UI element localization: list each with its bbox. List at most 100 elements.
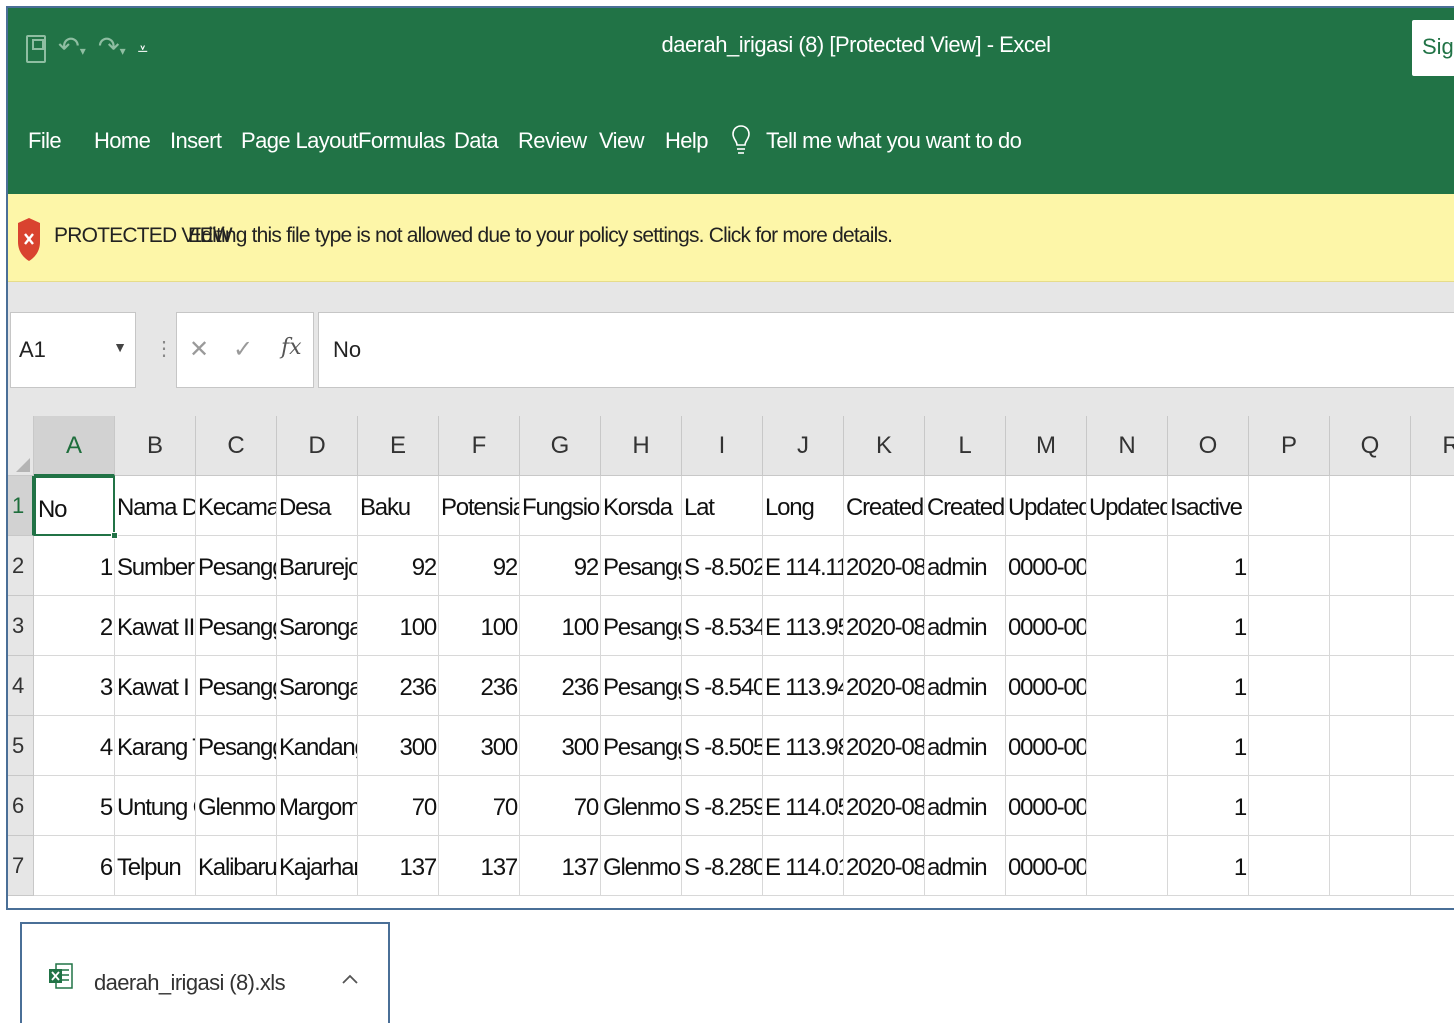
cell-f4[interactable]: 236 — [439, 656, 520, 716]
cell-m3[interactable]: 0000-00-0 — [1006, 596, 1087, 656]
chevron-down-icon[interactable]: ▼ — [113, 339, 127, 355]
cell-d5[interactable]: Kandanga — [277, 716, 358, 776]
cell-n7[interactable] — [1087, 836, 1168, 896]
cell-n2[interactable] — [1087, 536, 1168, 596]
cell-c4[interactable]: Pesanggar — [196, 656, 277, 716]
cell-i3[interactable]: S -8.53431 — [682, 596, 763, 656]
cell-e1[interactable]: Baku — [358, 476, 439, 536]
cell-m2[interactable]: 0000-00-0 — [1006, 536, 1087, 596]
cell-l4[interactable]: admin — [925, 656, 1006, 716]
cell-b7[interactable]: Telpun — [115, 836, 196, 896]
cell-j3[interactable]: E 113.9565 — [763, 596, 844, 656]
tab-file[interactable]: File — [28, 128, 62, 154]
cell-j4[interactable]: E 113.9460 — [763, 656, 844, 716]
cell-q4[interactable] — [1330, 656, 1411, 716]
cell-c1[interactable]: Kecamata — [196, 476, 277, 536]
cell-h4[interactable]: Pesanggar — [601, 656, 682, 716]
cell-f3[interactable]: 100 — [439, 596, 520, 656]
cell-h6[interactable]: Glenmore — [601, 776, 682, 836]
cell-p6[interactable] — [1249, 776, 1330, 836]
protected-view-message[interactable]: Editing this file type is not allowed du… — [188, 224, 893, 248]
cell-e3[interactable]: 100 — [358, 596, 439, 656]
cell-o5[interactable]: 1 — [1168, 716, 1249, 776]
cell-a4[interactable]: 3 — [34, 656, 115, 716]
resize-handle-icon[interactable]: ⋮ — [154, 336, 174, 361]
sign-in-button[interactable]: Sign in — [1412, 20, 1454, 76]
column-header-d[interactable]: D — [277, 416, 358, 476]
column-header-g[interactable]: G — [520, 416, 601, 476]
cell-j6[interactable]: E 114.0597 — [763, 776, 844, 836]
cell-l5[interactable]: admin — [925, 716, 1006, 776]
cell-a7[interactable]: 6 — [34, 836, 115, 896]
cell-c6[interactable]: Glenmore — [196, 776, 277, 836]
row-header-6[interactable]: 6 — [8, 776, 34, 836]
cell-f6[interactable]: 70 — [439, 776, 520, 836]
tab-home[interactable]: Home — [94, 128, 151, 154]
cell-k3[interactable]: 2020-08-2 — [844, 596, 925, 656]
chevron-up-icon[interactable] — [342, 974, 358, 984]
cell-g6[interactable]: 70 — [520, 776, 601, 836]
cell-b2[interactable]: Sumberm — [115, 536, 196, 596]
cell-i1[interactable]: Lat — [682, 476, 763, 536]
cell-o6[interactable]: 1 — [1168, 776, 1249, 836]
cell-b3[interactable]: Kawat II — [115, 596, 196, 656]
cell-d6[interactable]: Margomul — [277, 776, 358, 836]
cell-k2[interactable]: 2020-08-2 — [844, 536, 925, 596]
cell-c3[interactable]: Pesanggar — [196, 596, 277, 656]
cell-r7[interactable] — [1411, 836, 1454, 896]
cell-g4[interactable]: 236 — [520, 656, 601, 716]
enter-icon[interactable]: ✓ — [233, 335, 253, 364]
row-header-1[interactable]: 1 — [8, 476, 34, 536]
cell-n3[interactable] — [1087, 596, 1168, 656]
column-header-j[interactable]: J — [763, 416, 844, 476]
cell-o1[interactable]: Isactive — [1168, 476, 1249, 536]
download-item[interactable]: daerah_irigasi (8).xls — [20, 922, 390, 1023]
cell-p5[interactable] — [1249, 716, 1330, 776]
cell-r3[interactable] — [1411, 596, 1454, 656]
cell-o3[interactable]: 1 — [1168, 596, 1249, 656]
row-header-2[interactable]: 2 — [8, 536, 34, 596]
cell-g5[interactable]: 300 — [520, 716, 601, 776]
cell-k6[interactable]: 2020-08-2 — [844, 776, 925, 836]
cell-e7[interactable]: 137 — [358, 836, 439, 896]
fill-handle[interactable] — [111, 532, 118, 539]
select-all-corner[interactable] — [8, 416, 34, 476]
cell-e6[interactable]: 70 — [358, 776, 439, 836]
cell-l3[interactable]: admin — [925, 596, 1006, 656]
cell-d7[interactable]: Kajarharjo — [277, 836, 358, 896]
tell-me-search[interactable]: Tell me what you want to do — [766, 128, 1022, 154]
column-header-m[interactable]: M — [1006, 416, 1087, 476]
cell-g3[interactable]: 100 — [520, 596, 601, 656]
cell-j5[interactable]: E 113.9866 — [763, 716, 844, 776]
cell-i7[interactable]: S -8.28006 — [682, 836, 763, 896]
cell-d3[interactable]: Sarongan — [277, 596, 358, 656]
formula-input[interactable]: No — [318, 312, 1454, 388]
cell-r2[interactable] — [1411, 536, 1454, 596]
cell-q7[interactable] — [1330, 836, 1411, 896]
cell-e4[interactable]: 236 — [358, 656, 439, 716]
name-box[interactable]: A1 ▼ — [10, 312, 136, 388]
column-header-a[interactable]: A — [34, 416, 115, 476]
cell-h3[interactable]: Pesanggar — [601, 596, 682, 656]
cell-i4[interactable]: S -8.54054 — [682, 656, 763, 716]
cell-k7[interactable]: 2020-08-2 — [844, 836, 925, 896]
cell-a3[interactable]: 2 — [34, 596, 115, 656]
cell-f7[interactable]: 137 — [439, 836, 520, 896]
cell-p7[interactable] — [1249, 836, 1330, 896]
cell-r1[interactable] — [1411, 476, 1454, 536]
cell-h1[interactable]: Korsda — [601, 476, 682, 536]
cell-h5[interactable]: Pesanggar — [601, 716, 682, 776]
cell-i6[interactable]: S -8.25953 — [682, 776, 763, 836]
cell-d4[interactable]: Sarongan — [277, 656, 358, 716]
cell-p4[interactable] — [1249, 656, 1330, 716]
tab-data[interactable]: Data — [454, 128, 499, 154]
cell-f5[interactable]: 300 — [439, 716, 520, 776]
cell-q1[interactable] — [1330, 476, 1411, 536]
column-header-o[interactable]: O — [1168, 416, 1249, 476]
column-header-r[interactable]: R — [1411, 416, 1454, 476]
tab-page-layout[interactable]: Page Layout — [241, 128, 359, 154]
cell-c5[interactable]: Pesanggar — [196, 716, 277, 776]
cell-h2[interactable]: Pesanggar — [601, 536, 682, 596]
cell-l6[interactable]: admin — [925, 776, 1006, 836]
tab-insert[interactable]: Insert — [170, 128, 222, 154]
